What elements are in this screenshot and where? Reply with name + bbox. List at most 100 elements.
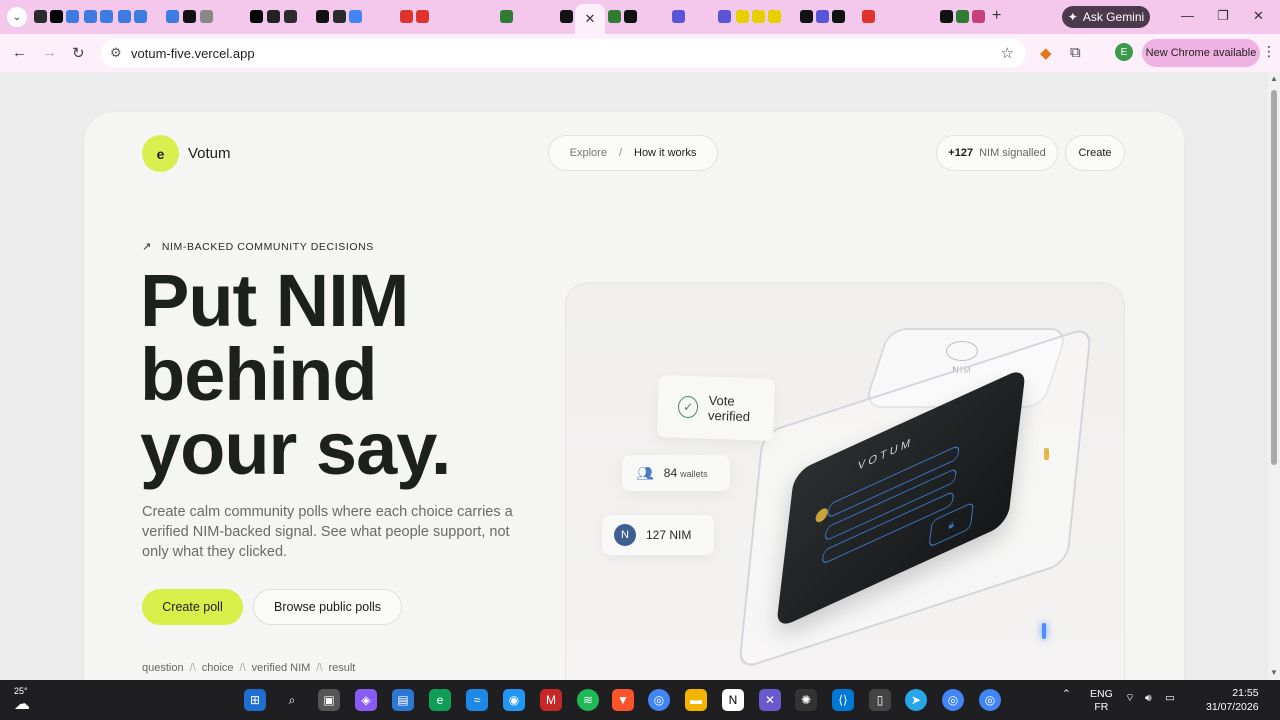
tab-vercel-3[interactable] [560,10,573,23]
back-arrow-icon[interactable]: ← [12,44,27,61]
tab-search-button[interactable]: ⌄ [7,7,27,27]
chrome-profile-icon[interactable]: ◎ [979,689,1001,711]
tab-vercel-2[interactable] [316,10,329,23]
task-view-icon[interactable]: ▣ [318,689,340,711]
site-info-icon[interactable]: ⚙ [110,45,122,61]
copilot-icon[interactable]: ◈ [355,689,377,711]
edge-icon[interactable]: e [429,689,451,711]
new-chrome-available-button[interactable]: New Chrome available [1142,39,1260,67]
url-text[interactable]: votum-five.vercel.app [131,46,255,61]
notion-icon[interactable]: N [722,689,744,711]
scroll-thumb[interactable] [1271,90,1277,465]
tab-yellow-2[interactable] [752,10,765,23]
nav-how-it-works-link[interactable]: How it works [634,147,696,159]
tab-github[interactable] [34,10,47,23]
tab-red-1[interactable] [400,10,413,23]
reload-icon[interactable]: ↻ [72,44,85,62]
flow-steps: question /\ choice /\ verified NIM /\ re… [142,662,355,674]
clock[interactable]: 21:55 31/07/2026 [1206,686,1259,714]
tab-yellow-3[interactable] [768,10,781,23]
active-tab[interactable]: ✕ [575,4,605,34]
tab-github-3[interactable] [333,10,346,23]
telegram-icon[interactable]: ➤ [905,689,927,711]
tab-green-3[interactable] [956,10,969,23]
wifi-icon[interactable]: ⌔ [1125,692,1135,705]
brand-name[interactable]: Votum [188,145,231,162]
page-scrollbar[interactable]: ▲ ▼ [1268,72,1280,680]
tab-purple-3[interactable] [816,10,829,23]
tab-docs-4[interactable] [118,10,131,23]
tab-vercel-1[interactable] [183,10,196,23]
tab-vercel-7[interactable] [940,10,953,23]
browse-public-polls-button[interactable]: Browse public polls [253,589,402,625]
tab-red-3[interactable] [862,10,875,23]
store-icon[interactable]: ▤ [392,689,414,711]
hero-illustration: NIM VOTUM 🔒︎ ✓ Vote verified 👥︎ 84 walle… [565,282,1125,680]
volume-icon[interactable]: 🔊︎ [1145,692,1152,705]
window-close-button[interactable]: ✕ [1253,8,1264,24]
tab-vercel-6[interactable] [832,10,845,23]
forward-arrow-icon[interactable]: → [42,44,57,61]
more-menu-icon[interactable]: ⋮ [1262,43,1276,60]
windows-start-icon[interactable]: ⊞ [244,689,266,711]
scroll-up-icon[interactable]: ▲ [1270,74,1278,83]
create-button[interactable]: Create [1065,135,1125,171]
address-bar[interactable]: ⚙ votum-five.vercel.app ☆ [101,39,1026,67]
tab-docs-5[interactable] [134,10,147,23]
tab-yellow-1[interactable] [736,10,749,23]
tab-github-2[interactable] [284,10,297,23]
tab-docs-3[interactable] [100,10,113,23]
tab-docs-2[interactable] [84,10,97,23]
vscode-icon[interactable]: ⟨⟩ [832,689,854,711]
tab-purple-2[interactable] [718,10,731,23]
tab-green-2[interactable] [608,10,621,23]
tray-overflow-icon[interactable]: ⌃ [1062,688,1071,701]
hero-card: e Votum Explore / How it works +127 NIM … [84,112,1184,680]
tab-generic-1[interactable] [200,10,213,23]
tab-x[interactable] [50,10,63,23]
weather-widget[interactable]: 25° ☁ [14,686,30,714]
restore-button[interactable]: ❐ [1217,8,1229,24]
language-indicator[interactable]: ENG FR [1090,688,1113,714]
lang-bottom: FR [1094,701,1109,713]
app-chat-icon[interactable]: ◉ [503,689,525,711]
tab-docs-1[interactable] [66,10,79,23]
nim-signalled-badge[interactable]: +127 NIM signalled [936,135,1058,171]
tab-x-2[interactable] [250,10,263,23]
tab-generic-2[interactable] [267,10,280,23]
mcafee-icon[interactable]: M [540,689,562,711]
app-x-icon[interactable]: ✕ [759,689,781,711]
tab-google[interactable] [349,10,362,23]
file-explorer-icon[interactable]: ▬ [685,689,707,711]
spotify-icon[interactable]: ≋ [577,689,599,711]
tab-docs-6[interactable] [166,10,179,23]
tab-green[interactable] [500,10,513,23]
battery-icon[interactable]: ▭ [1165,692,1175,705]
minimize-button[interactable]: — [1181,8,1194,23]
profile-avatar[interactable]: E [1115,43,1133,61]
vote-verified-card: ✓ Vote verified [656,374,776,442]
new-tab-button[interactable]: + [992,7,1001,25]
tab-purple-1[interactable] [672,10,685,23]
bookmark-star-icon[interactable]: ☆ [1001,44,1014,62]
chrome-active-icon[interactable]: ◎ [942,689,964,711]
brave-icon[interactable]: ▼ [612,689,634,711]
scroll-down-icon[interactable]: ▼ [1270,668,1278,677]
step-question: question [142,662,184,674]
nav-explore-link[interactable]: Explore [570,147,607,159]
ask-gemini-button[interactable]: ✦ Ask Gemini [1062,6,1150,28]
tab-gmail[interactable] [972,10,985,23]
chatgpt-icon[interactable]: ✺ [795,689,817,711]
extensions-puzzle-icon[interactable]: ⧉ [1070,44,1081,61]
tab-vercel-4[interactable] [624,10,637,23]
tab-vercel-5[interactable] [800,10,813,23]
app-blue-icon[interactable]: ≈ [466,689,488,711]
metamask-fox-icon[interactable]: ◆ [1040,44,1052,62]
create-poll-button[interactable]: Create poll [142,589,243,625]
close-icon[interactable]: ✕ [585,11,596,27]
search-icon[interactable]: ⌕ [281,689,303,711]
chrome-icon[interactable]: ◎ [648,689,670,711]
app-box-icon[interactable]: ▯ [869,689,891,711]
tab-red-2[interactable] [416,10,429,23]
votum-logo-icon[interactable]: e [142,135,179,172]
